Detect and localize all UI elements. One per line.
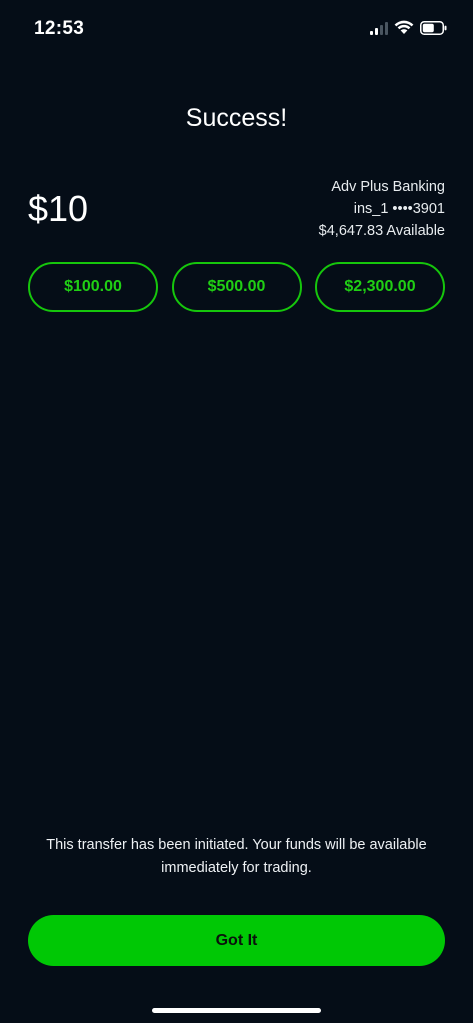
home-indicator[interactable]	[152, 1008, 321, 1013]
preset-2300-button[interactable]: $2,300.00	[315, 262, 445, 312]
battery-icon	[420, 20, 447, 35]
status-time: 12:53	[34, 18, 85, 39]
status-icons	[370, 20, 447, 35]
account-name: Adv Plus Banking	[331, 179, 445, 195]
account-info: Adv Plus Banking ins_1 ••••3901 $4,647.8…	[319, 176, 445, 242]
transfer-message: This transfer has been initiated. Your f…	[46, 837, 427, 876]
account-available-balance: $4,647.83 Available	[318, 223, 445, 239]
status-bar: 12:53	[0, 0, 473, 58]
preset-500-button[interactable]: $500.00	[171, 262, 302, 312]
screen: 12:53 Success! $10 Adv Plus Banking ins_…	[0, 0, 473, 1023]
transfer-amount: $10	[28, 188, 89, 229]
page-title: Success!	[185, 104, 288, 132]
wifi-icon	[394, 20, 414, 35]
signal-icon	[370, 21, 388, 35]
preset-100-button[interactable]: $100.00	[28, 262, 158, 312]
got-it-label: Got It	[215, 931, 258, 949]
preset-amounts: $100.00 $500.00 $2,300.00	[28, 262, 445, 312]
got-it-button[interactable]: Got It	[28, 915, 445, 966]
account-number: ins_1 ••••3901	[353, 201, 445, 217]
